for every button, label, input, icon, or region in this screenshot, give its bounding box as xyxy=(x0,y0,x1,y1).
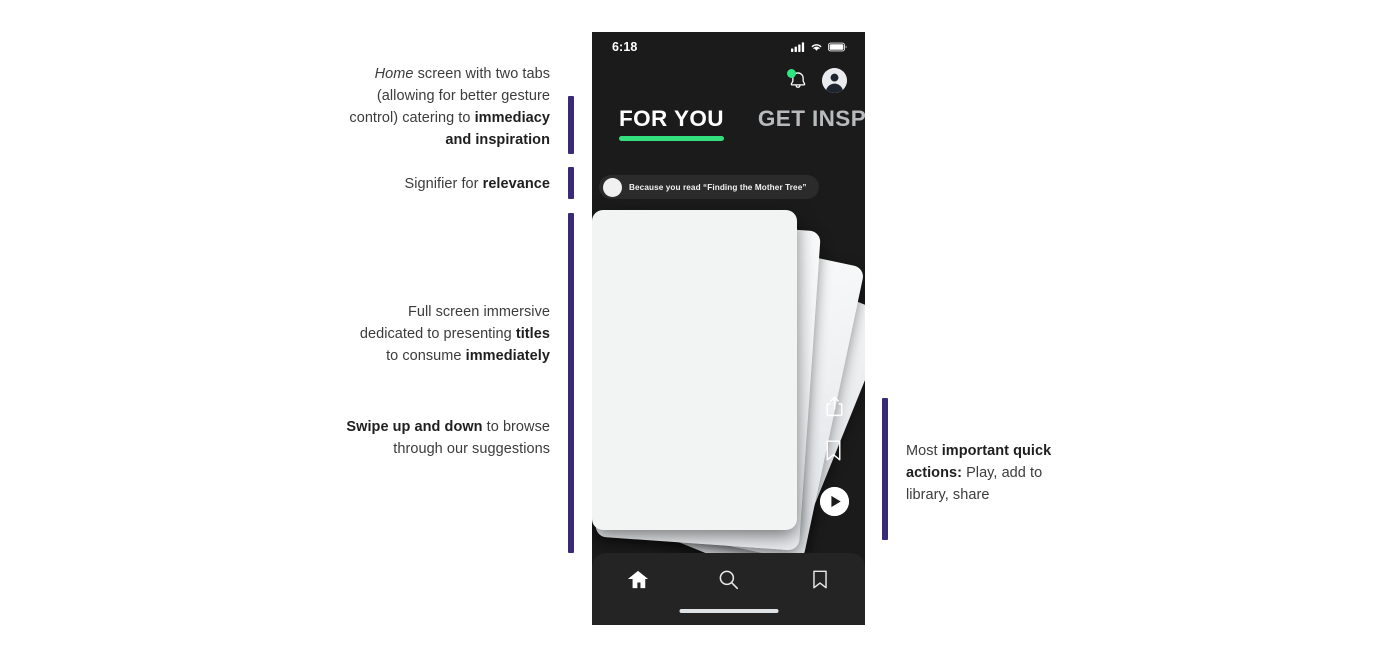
account-avatar-icon xyxy=(822,68,847,93)
annotation-relevance: Signifier for relevance xyxy=(345,173,550,195)
title-card-stack[interactable] xyxy=(592,210,865,585)
phone-mockup: 6:18 FOR YOU GET INSP Because you read “… xyxy=(592,32,865,625)
annotation-relevance-strong: relevance xyxy=(482,176,550,192)
status-bar: 6:18 xyxy=(592,32,865,62)
annotation-marker-home-tabs xyxy=(568,96,574,154)
annotation-home-tabs: Home screen with two tabs (allowing for … xyxy=(345,63,550,151)
bottom-navigation xyxy=(592,553,865,625)
share-icon xyxy=(826,396,843,417)
nav-home-button[interactable] xyxy=(621,566,655,592)
home-icon xyxy=(627,570,648,588)
search-icon xyxy=(719,570,739,589)
annotation-quick-actions: Most important quick actions: Play, add … xyxy=(906,440,1056,506)
play-icon xyxy=(820,487,849,516)
relevance-chip-label: Because you read “Finding the Mother Tre… xyxy=(629,182,807,192)
relevance-chip-avatar xyxy=(603,177,622,197)
annotation-swipe: Swipe up and down to browse through our … xyxy=(345,416,550,460)
notification-badge xyxy=(787,68,796,78)
share-button[interactable] xyxy=(824,395,845,418)
account-button[interactable] xyxy=(822,68,847,93)
quick-actions-rail xyxy=(820,395,849,516)
annotation-fullscreen-text2: to consume xyxy=(386,348,466,364)
annotation-quick-text: Most xyxy=(906,443,942,459)
status-time: 6:18 xyxy=(612,40,638,54)
bookmark-icon xyxy=(826,440,841,461)
home-tabs: FOR YOU GET INSPIRED xyxy=(619,106,865,141)
bookmark-icon xyxy=(812,570,827,588)
nav-library-button[interactable] xyxy=(803,566,837,592)
annotation-relevance-text: Signifier for xyxy=(404,176,483,192)
add-to-library-button[interactable] xyxy=(824,439,845,462)
home-indicator xyxy=(679,609,778,613)
tab-for-you[interactable]: FOR YOU xyxy=(619,106,724,141)
header-icons xyxy=(787,68,847,93)
annotation-marker-content xyxy=(568,213,574,553)
annotation-fullscreen-immersive: Full screen immersive dedicated to prese… xyxy=(345,301,550,367)
annotation-swipe-strong: Swipe up and down xyxy=(346,419,483,435)
title-card-front[interactable] xyxy=(592,210,797,530)
relevance-chip[interactable]: Because you read “Finding the Mother Tre… xyxy=(599,175,819,199)
tab-get-inspired[interactable]: GET INSPIRED xyxy=(758,106,865,141)
status-icons xyxy=(791,42,847,52)
nav-search-button[interactable] xyxy=(712,566,746,592)
annotation-marker-quick-actions xyxy=(882,398,888,540)
play-button[interactable] xyxy=(820,487,849,516)
annotation-marker-relevance xyxy=(568,167,574,199)
annotation-fullscreen-strong-titles: titles xyxy=(515,326,550,342)
cellular-signal-icon xyxy=(791,42,805,52)
annotation-home-tabs-emph: Home xyxy=(374,66,414,82)
notifications-button[interactable] xyxy=(787,68,809,92)
wifi-icon xyxy=(811,44,822,51)
battery-icon xyxy=(828,42,847,52)
annotation-fullscreen-strong-immediately: immediately xyxy=(465,348,550,364)
